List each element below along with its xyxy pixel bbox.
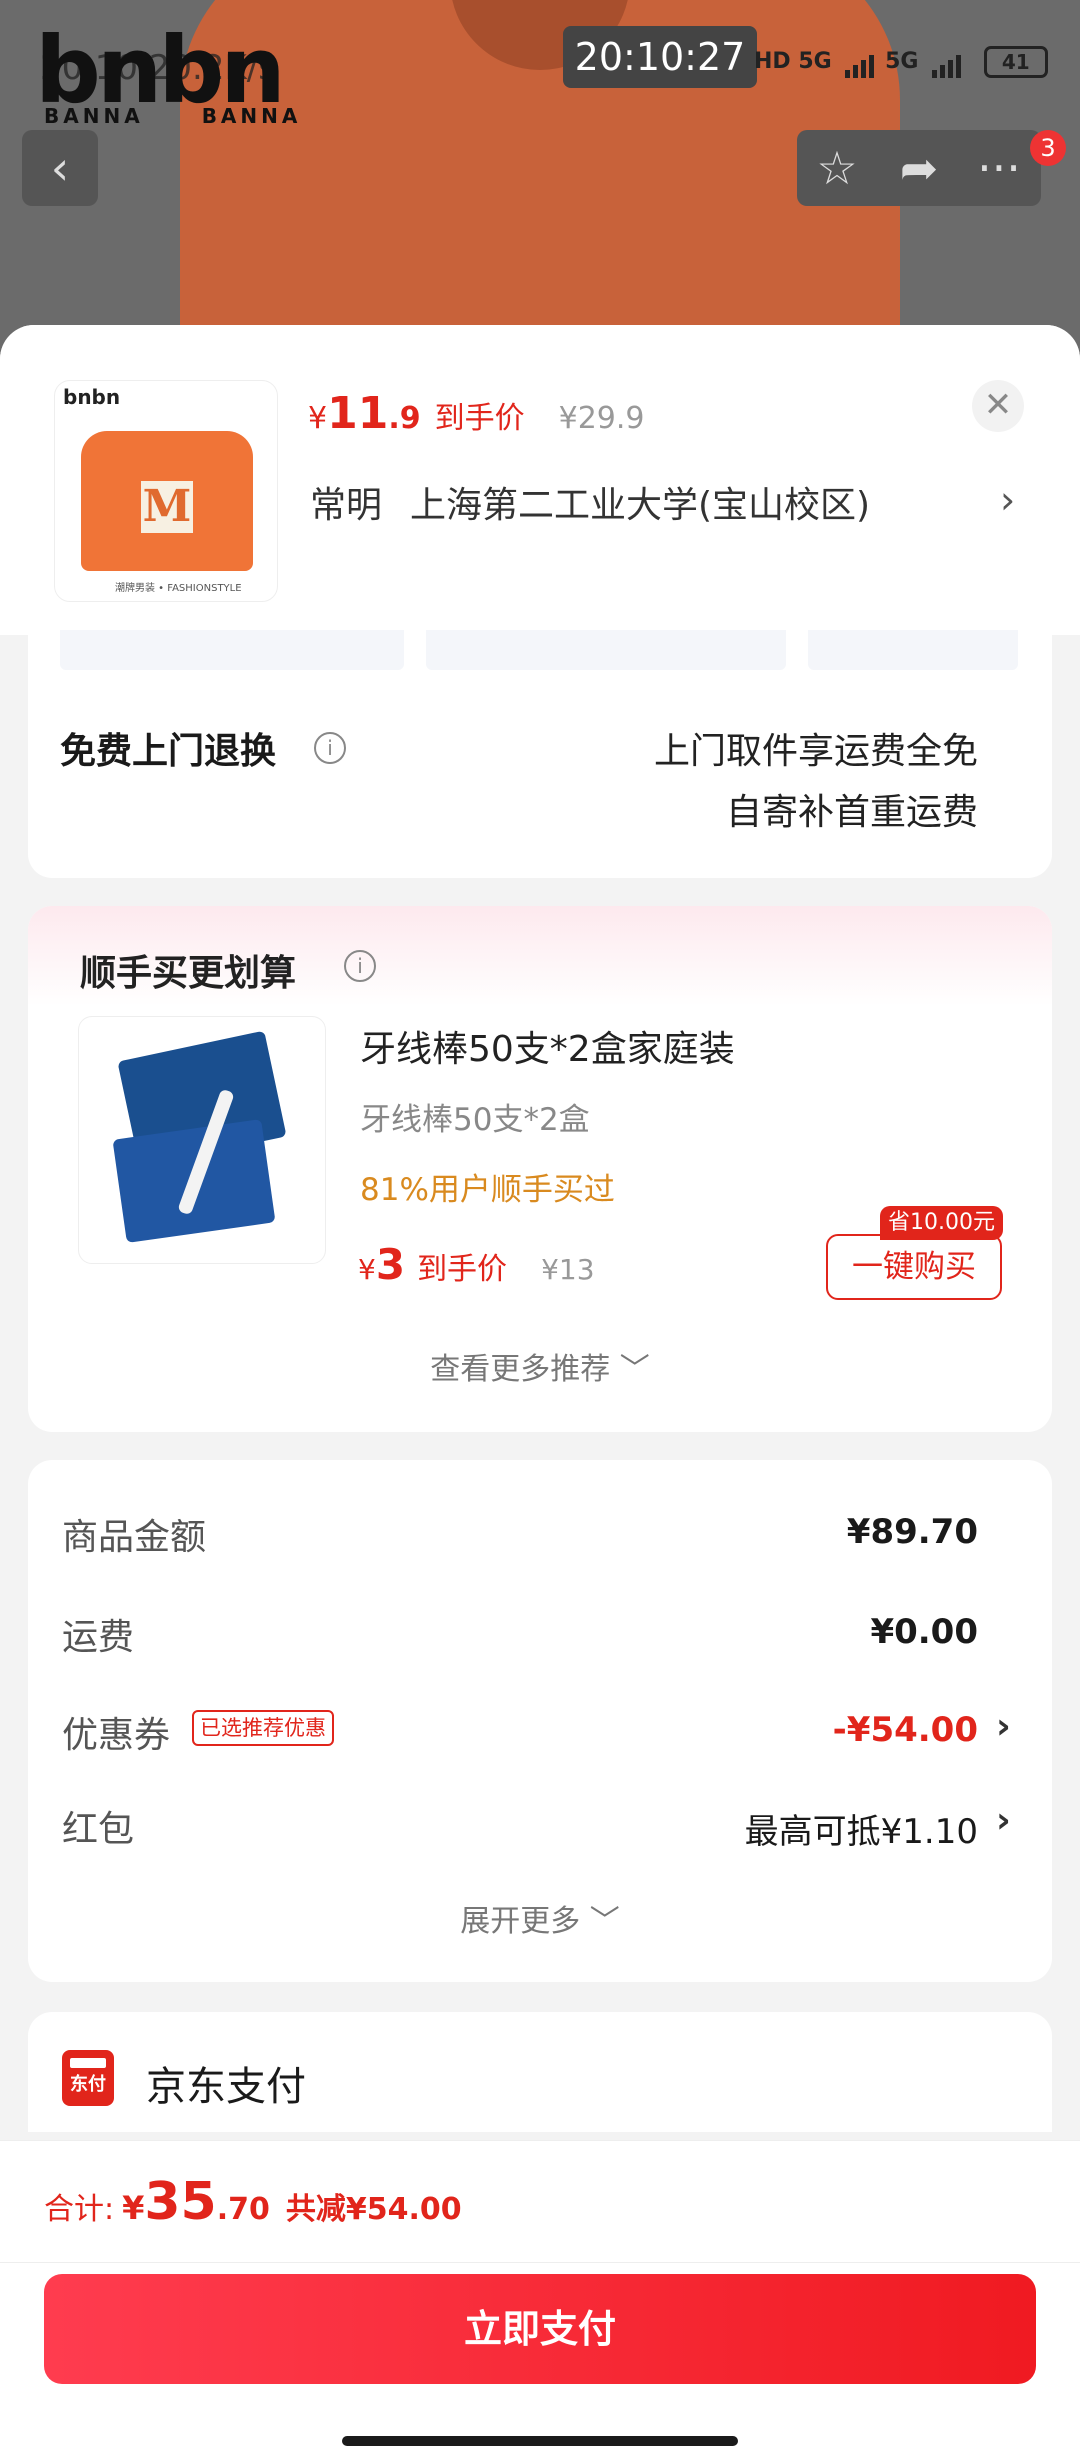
more-recommend-link[interactable]: 查看更多推荐 ﹀ xyxy=(28,1344,1052,1388)
pay-now-button[interactable]: 立即支付 xyxy=(44,2274,1036,2384)
service-title: 免费上门退换 xyxy=(60,731,277,772)
chevron-right-icon[interactable]: › xyxy=(1000,478,1015,522)
more-icon[interactable]: ··· xyxy=(959,130,1039,206)
divider xyxy=(0,2262,1080,2263)
signal-icon xyxy=(845,53,877,78)
service-line-1: 上门取件享运费全免 xyxy=(653,731,978,772)
status-right-icons: HD 5G 5G 41 xyxy=(754,46,1048,78)
recommend-item-image[interactable] xyxy=(78,1016,326,1264)
expand-more-link[interactable]: 展开更多 ﹀ xyxy=(28,1896,1052,1940)
close-icon: ✕ xyxy=(983,385,1013,425)
detail-value-redpacket[interactable]: 最高可抵¥1.10 xyxy=(600,1804,978,1853)
star-icon[interactable]: ☆ xyxy=(797,130,877,206)
back-chevron-icon: ‹ xyxy=(50,141,70,195)
order-total: 合计: ¥35.70 共减¥54.00 xyxy=(44,2172,462,2232)
one-click-buy-button[interactable]: 一键购买 xyxy=(826,1234,1002,1300)
thumb-letter: M xyxy=(141,481,193,533)
coupon-recommended-tag: 已选推荐优惠 xyxy=(192,1710,334,1746)
hd-icon: HD xyxy=(754,49,791,74)
recommend-item-name[interactable]: 牙线棒50支*2盒家庭装 xyxy=(360,1020,735,1072)
product-price: ¥11.9 到手价 ¥29.9 xyxy=(308,388,645,439)
delivery-address[interactable]: 常明 上海第二工业大学(宝山校区) xyxy=(310,476,898,528)
recommend-title: 顺手买更划算 xyxy=(80,953,297,994)
status-time: 20:10:27 xyxy=(563,26,757,88)
thumb-logo: bnbn xyxy=(63,385,121,409)
detail-label-goods: 商品金额 xyxy=(62,1517,207,1558)
detail-label-shipping: 运费 xyxy=(62,1617,135,1658)
jd-pay-icon: 东付 xyxy=(62,2050,114,2106)
product-thumbnail[interactable]: bnbn M 潮牌男装 • FASHIONSTYLE xyxy=(54,380,278,602)
service-chip xyxy=(808,630,1018,670)
detail-label-redpacket: 红包 xyxy=(62,1809,135,1850)
back-button[interactable]: ‹ xyxy=(22,130,98,206)
close-button[interactable]: ✕ xyxy=(972,380,1024,432)
service-line-2: 自寄补首重运费 xyxy=(725,792,978,833)
recommend-item-price: ¥3 到手价 ¥13 xyxy=(358,1240,595,1289)
thumb-caption: 潮牌男装 • FASHIONSTYLE xyxy=(115,583,242,594)
info-icon[interactable]: i xyxy=(314,732,346,764)
service-chip xyxy=(60,630,404,670)
network-5g-label: 5G xyxy=(798,49,832,74)
service-chip xyxy=(426,630,786,670)
notification-badge: 3 xyxy=(1030,130,1066,166)
save-badge: 省10.00元 xyxy=(880,1206,1003,1240)
brand-subtitle: BANNA BANNA xyxy=(44,104,302,128)
battery-icon: 41 xyxy=(983,46,1048,78)
detail-value-goods: ¥89.70 xyxy=(846,1512,978,1552)
detail-value-coupon[interactable]: -¥54.00 xyxy=(600,1710,978,1750)
payment-method-name: 京东支付 xyxy=(146,2064,306,2110)
detail-label-coupon: 优惠券 xyxy=(62,1715,171,1756)
chevron-right-icon[interactable]: › xyxy=(996,1800,1011,1841)
recommend-item-spec: 牙线棒50支*2盒 xyxy=(360,1102,590,1138)
recommend-item-users: 81%用户顺手买过 xyxy=(360,1172,615,1208)
chevron-right-icon[interactable]: › xyxy=(996,1706,1011,1747)
home-indicator[interactable] xyxy=(342,2436,738,2446)
signal-icon-2 xyxy=(932,53,964,78)
header-actions: ☆ ➦ ··· xyxy=(797,130,1041,206)
detail-value-shipping: ¥0.00 xyxy=(870,1612,978,1652)
info-icon[interactable]: i xyxy=(344,950,376,982)
original-price: ¥29.9 xyxy=(558,401,645,436)
network-5g-label-2: 5G xyxy=(885,49,919,74)
share-icon[interactable]: ➦ xyxy=(879,130,959,206)
